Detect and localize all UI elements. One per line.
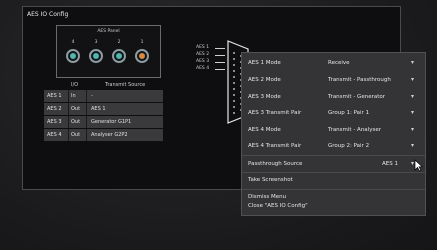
row-name: AES 2	[47, 106, 62, 112]
menu-item-label: AES 4 Mode	[248, 127, 281, 133]
dsub-label-aes3: AES 3	[196, 59, 210, 64]
dropdown-arrow-icon: ▾	[411, 142, 415, 149]
row-io: Out	[71, 119, 81, 125]
dsub-label-aes1: AES 1	[196, 45, 210, 50]
row-name: AES 1	[47, 93, 62, 99]
dropdown-arrow-icon: ▾	[411, 76, 415, 83]
menu-divider	[242, 172, 425, 173]
menu-item-value: Group 1: Pair 1	[328, 110, 370, 116]
row-source: Generator G1P1	[91, 119, 132, 125]
menu-item-passthrough-source[interactable]: Passthrough Source AES 1 ▾	[242, 156, 425, 172]
row-source: Analyser G2P2	[91, 132, 128, 138]
dsub-leader-line	[215, 62, 225, 63]
connector-number-2: 2	[117, 40, 121, 45]
close-config-button[interactable]: Close "AES IO Config"	[248, 203, 308, 209]
row-io: Out	[71, 106, 81, 112]
menu-item-value: Group 2: Pair 2	[328, 143, 370, 149]
row-name: AES 3	[47, 119, 62, 125]
row-io: Out	[71, 132, 81, 138]
mouse-pointer-icon	[414, 159, 423, 172]
menu-item-label: Passthrough Source	[248, 161, 303, 167]
dsub-label-aes2: AES 2	[196, 52, 210, 57]
table-row: AES 1 In -	[44, 90, 163, 102]
menu-item-label: AES 4 Transmit Pair	[248, 143, 302, 149]
io-column-header: I/O	[71, 82, 79, 88]
menu-item-value: Transmit - Generator	[328, 94, 385, 100]
context-menu: AES 1 Mode Receive ▾ AES 2 Mode Transmit…	[241, 52, 426, 216]
menu-item-value: Receive	[328, 60, 350, 66]
row-name: AES 4	[47, 132, 62, 138]
connector-number-3: 3	[94, 40, 98, 45]
bnc-connector-2-icon	[112, 49, 126, 63]
dsub-leader-line	[215, 55, 225, 56]
menu-item-aes1-mode[interactable]: AES 1 Mode Receive ▾	[242, 55, 425, 71]
menu-item-aes4-mode[interactable]: AES 4 Mode Transmit - Analyser ▾	[242, 122, 425, 138]
bnc-connector-1-icon	[135, 49, 149, 63]
bnc-connector-3-icon	[89, 49, 103, 63]
menu-item-aes2-mode[interactable]: AES 2 Mode Transmit - Passthrough ▾	[242, 72, 425, 88]
dsub-leader-line	[215, 69, 225, 70]
menu-item-label: AES 3 Mode	[248, 94, 281, 100]
row-io: In	[71, 93, 76, 99]
menu-item-label: AES 3 Transmit Pair	[248, 110, 302, 116]
menu-item-label: AES 1 Mode	[248, 60, 281, 66]
menu-item-aes3-transmit-pair[interactable]: AES 3 Transmit Pair Group 1: Pair 1 ▾	[242, 105, 425, 121]
menu-item-aes3-mode[interactable]: AES 3 Mode Transmit - Generator ▾	[242, 89, 425, 105]
dropdown-arrow-icon: ▾	[411, 59, 415, 66]
dropdown-arrow-icon: ▾	[411, 93, 415, 100]
menu-item-value: Transmit - Analyser	[328, 127, 381, 133]
menu-item-value: Transmit - Passthrough	[328, 77, 391, 83]
bnc-connector-4-icon	[66, 49, 80, 63]
menu-item-value: AES 1	[382, 161, 398, 167]
menu-item-label: AES 2 Mode	[248, 77, 281, 83]
menu-divider	[242, 189, 425, 190]
menu-item-aes4-transmit-pair[interactable]: AES 4 Transmit Pair Group 2: Pair 2 ▾	[242, 138, 425, 154]
dropdown-arrow-icon: ▾	[411, 109, 415, 116]
dropdown-arrow-icon: ▾	[411, 126, 415, 133]
dismiss-menu-button[interactable]: Dismiss Menu	[248, 194, 286, 200]
connector-number-1: 1	[140, 40, 144, 45]
table-row: AES 2 Out AES 1	[44, 103, 163, 115]
rear-panel-title: AES Panel	[97, 29, 120, 34]
table-row: AES 4 Out Analyser G2P2	[44, 129, 163, 141]
dsub-label-aes4: AES 4	[196, 66, 210, 71]
take-screenshot-button[interactable]: Take Screenshot	[248, 177, 293, 183]
transmit-source-column-header: Transmit Source	[105, 82, 146, 88]
row-source: AES 1	[91, 106, 106, 112]
aes-rear-panel: AES Panel 4 3 2 1	[56, 25, 161, 78]
row-source: -	[91, 93, 93, 99]
dsub-leader-line	[215, 48, 225, 49]
panel-title: AES IO Config	[27, 11, 69, 18]
connector-number-4: 4	[71, 40, 75, 45]
table-row: AES 3 Out Generator G1P1	[44, 116, 163, 128]
